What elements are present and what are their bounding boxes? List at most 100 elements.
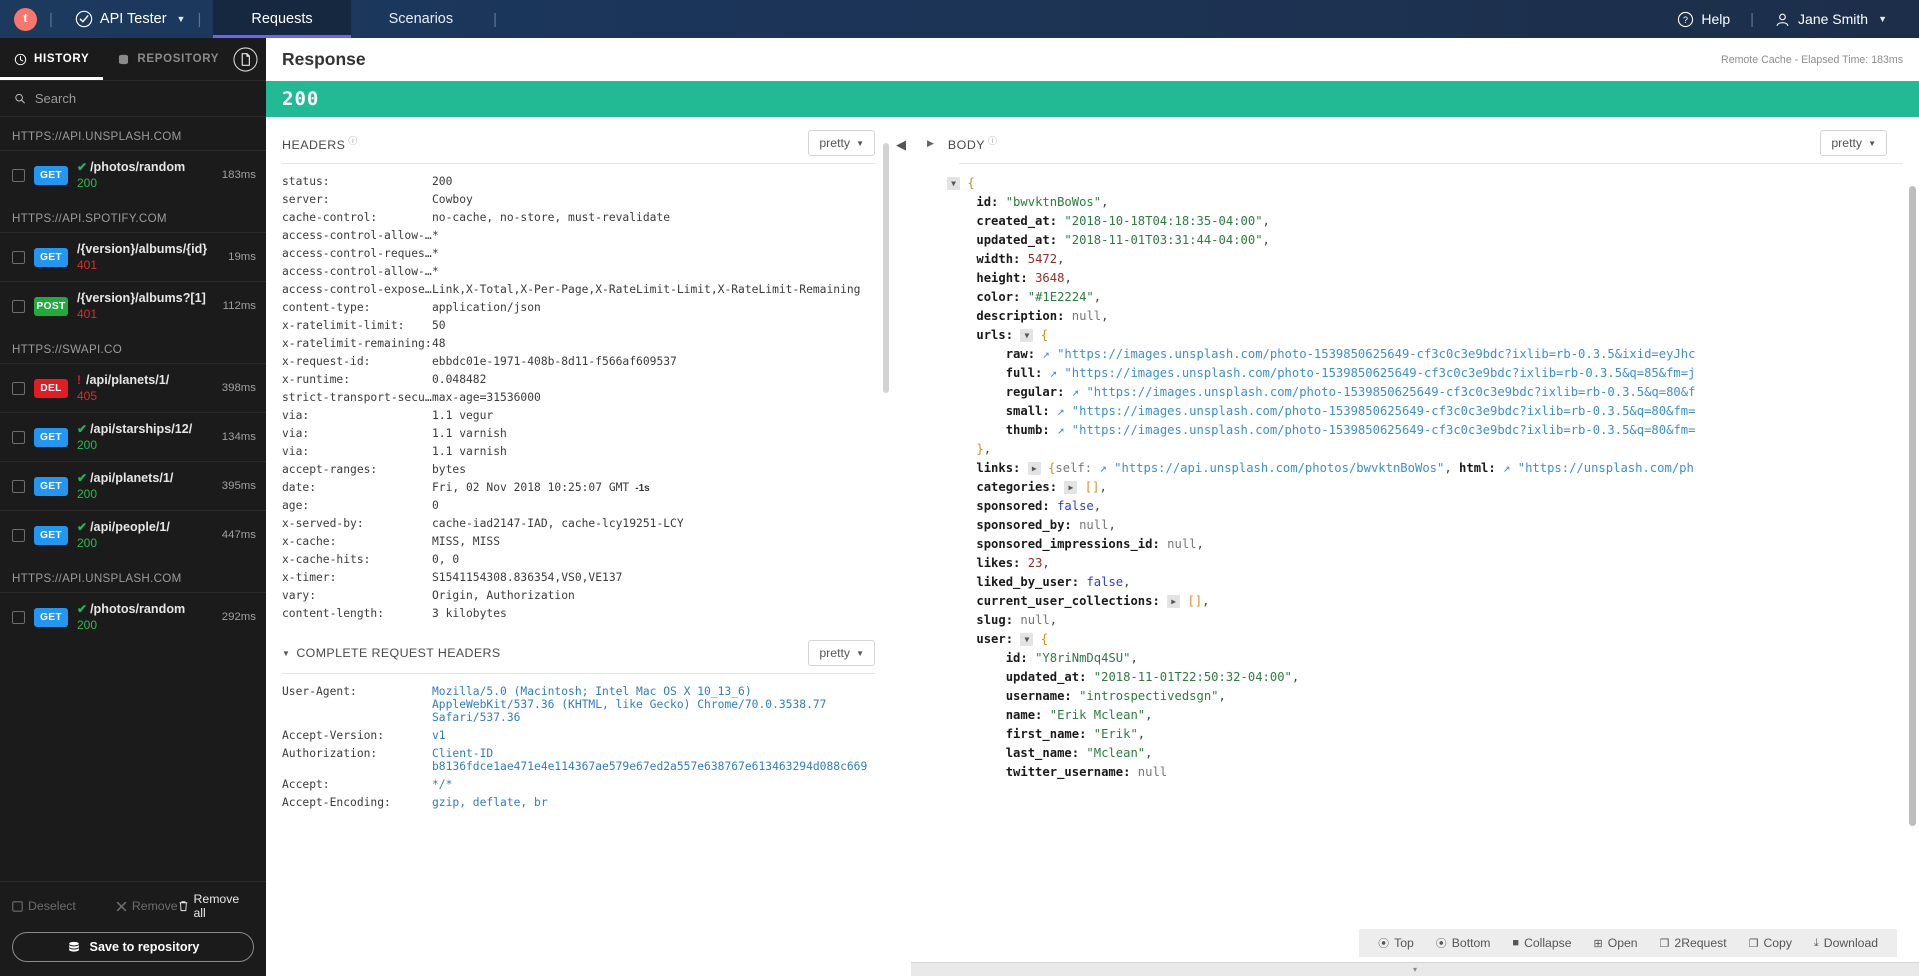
tab-scenarios[interactable]: Scenarios (351, 0, 491, 38)
history-item-checkbox[interactable] (12, 299, 25, 313)
header-value: 1.1 varnish (432, 444, 507, 458)
app-name-menu[interactable]: API Tester ▼ (75, 10, 185, 28)
history-item-checkbox[interactable] (12, 168, 25, 182)
json-comma: , (1130, 651, 1138, 665)
remove-button[interactable]: Remove (116, 899, 178, 913)
external-link-icon[interactable]: ↗ (1099, 461, 1106, 475)
headers-scrollbar[interactable] (883, 143, 889, 393)
history-item[interactable]: GET /{version}/albums/{id} 401 19ms (0, 232, 266, 281)
external-link-icon[interactable]: ↗ (1042, 347, 1049, 361)
user-menu[interactable]: Jane Smith ▼ (1758, 11, 1903, 28)
headers-pretty-select[interactable]: pretty ▼ (808, 130, 875, 156)
sidebar-tab-repository[interactable]: REPOSITORY (103, 53, 233, 66)
sidebar-tab-history[interactable]: HISTORY (0, 53, 103, 66)
help-label: Help (1701, 11, 1731, 27)
json-toolbar-bottom-button[interactable]: ⦿ Bottom (1425, 935, 1502, 951)
history-item-path: ✔/photos/random (77, 160, 186, 174)
json-toolbar-top-button[interactable]: ⦿ Top (1367, 935, 1425, 951)
json-comma: , (1137, 727, 1146, 741)
external-link-icon[interactable]: ↗ (1057, 404, 1064, 418)
history-item[interactable]: DEL !/api/planets/1/405 398ms (0, 363, 266, 412)
external-link-icon[interactable]: ↗ (1057, 423, 1064, 437)
collapse-left-icon[interactable]: ◀ (896, 137, 906, 153)
json-key: last_name: (1005, 746, 1080, 760)
json-string-value: "Y8riNmDq4SU" (1035, 651, 1131, 665)
header-key: strict-transport-secur… (282, 390, 432, 404)
history-item[interactable]: GET ✔/api/starships/12/200 134ms (0, 412, 266, 461)
json-link-value[interactable]: "https://images.unsplash.com/photo-15398… (1057, 347, 1695, 361)
app-logo[interactable]: t (14, 7, 37, 31)
json-line: description: null, (947, 307, 1919, 326)
chevron-down-icon: ▾ (1412, 965, 1417, 974)
history-item-time: 395ms (221, 480, 256, 492)
history-item-checkbox[interactable] (12, 250, 25, 264)
help-button[interactable]: ? Help (1661, 11, 1746, 28)
json-toggle-icon[interactable]: ▼ (947, 177, 960, 190)
json-toolbar-copy-button[interactable]: ❐ Copy (1738, 936, 1803, 950)
request-headers-title[interactable]: ▼ COMPLETE REQUEST HEADERS (282, 646, 501, 660)
json-toolbar-download-button[interactable]: ⤓ Download (1803, 936, 1889, 950)
history-item-checkbox[interactable] (12, 610, 25, 624)
json-toggle-icon[interactable]: ▼ (1020, 633, 1034, 646)
json-toggle-icon[interactable]: ▶ (1064, 481, 1078, 494)
json-key: twitter_username: (1005, 765, 1131, 779)
json-link-value[interactable]: "https://unsplash.com/ph (1518, 461, 1694, 475)
request-headers-pretty-select[interactable]: pretty ▼ (808, 640, 875, 666)
json-viewer[interactable]: ▼ { id: "bwvktnBoWos", created_at: "2018… (911, 164, 1919, 962)
history-item-status: 200 (77, 487, 98, 501)
json-key: sponsored_impressions_id: (976, 537, 1160, 551)
svg-text:?: ? (1683, 15, 1688, 25)
history-item-checkbox[interactable] (12, 430, 25, 444)
history-item[interactable]: POST /{version}/albums?[1] 401 112ms (0, 281, 266, 330)
json-link-value[interactable]: "https://images.unsplash.com/photo-15398… (1086, 385, 1695, 399)
search-input[interactable] (34, 91, 252, 106)
json-toggle-icon[interactable]: ▶ (1167, 595, 1181, 608)
json-toggle-icon[interactable]: ▼ (1020, 329, 1034, 342)
json-string-value: "Mclean" (1086, 746, 1146, 760)
history-item[interactable]: GET ✔/photos/random 200 292ms (0, 592, 266, 641)
external-link-icon[interactable]: ↗ (1072, 385, 1079, 399)
remove-all-button[interactable]: Remove all (178, 892, 254, 920)
json-toggle-icon[interactable]: ▶ (1027, 462, 1041, 475)
json-toolbar-open-button[interactable]: ⊞ Open (1583, 936, 1649, 950)
header-key: date: (282, 480, 317, 494)
history-item-time: 292ms (221, 611, 256, 623)
json-link-value[interactable]: "https://api.unsplash.com/photos/bwvktnB… (1114, 461, 1444, 475)
history-item-checkbox[interactable] (12, 381, 25, 395)
json-toolbar-2request-button[interactable]: ❐ 2Request (1649, 936, 1738, 950)
bottom-resize-strip[interactable]: ▾ (911, 962, 1919, 976)
tab-requests[interactable]: Requests (213, 0, 351, 38)
history-item-path: ✔/api/people/1/ (77, 520, 170, 534)
history-item[interactable]: GET ✔/api/planets/1/200 395ms (0, 461, 266, 510)
json-brace: { (1040, 632, 1049, 646)
history-item-checkbox[interactable] (12, 479, 25, 493)
json-line: twitter_username: null (947, 763, 1919, 782)
header-row: accept-ranges: bytes (266, 460, 891, 478)
json-comma: , (1093, 290, 1102, 304)
history-item-checkbox[interactable] (12, 528, 25, 542)
json-link-value[interactable]: "https://images.unsplash.com/photo-15398… (1064, 366, 1695, 380)
save-to-repository-button[interactable]: Save to repository (12, 932, 254, 962)
external-link-icon[interactable]: ↗ (1050, 366, 1057, 380)
help-hint-icon[interactable]: ⓘ (348, 136, 358, 146)
json-link-value[interactable]: "https://images.unsplash.com/photo-15398… (1072, 404, 1696, 418)
remove-label: Remove (131, 899, 178, 913)
database-icon (119, 54, 129, 64)
json-line: full: ↗ "https://images.unsplash.com/pho… (947, 364, 1919, 383)
help-hint-icon[interactable]: ⓘ (988, 136, 998, 146)
deselect-button[interactable]: Deselect (12, 899, 76, 913)
json-line: categories: ▶ [], (947, 478, 1919, 497)
body-scrollbar[interactable] (1909, 186, 1916, 826)
history-item[interactable]: GET ✔/api/people/1/200 447ms (0, 510, 266, 559)
header-value: Origin, Authorization (432, 588, 575, 602)
header-key: via: (282, 426, 310, 440)
history-item[interactable]: GET ✔/photos/random 200 183ms (0, 150, 266, 199)
json-link-value[interactable]: "https://images.unsplash.com/photo-15398… (1072, 423, 1696, 437)
copy-icon: ❐ (1748, 937, 1759, 950)
body-pretty-select[interactable]: pretty ▼ (1820, 130, 1887, 156)
triangle-right-icon[interactable]: ▶ (927, 138, 934, 149)
headers-scroll-area[interactable]: status: 200 server: Cowboy cache-control: no-… (266, 164, 891, 976)
json-toolbar-collapse-button[interactable]: ■ Collapse (1501, 936, 1582, 950)
external-link-icon[interactable]: ↗ (1503, 461, 1510, 475)
app-logo-letter: t (23, 11, 28, 26)
